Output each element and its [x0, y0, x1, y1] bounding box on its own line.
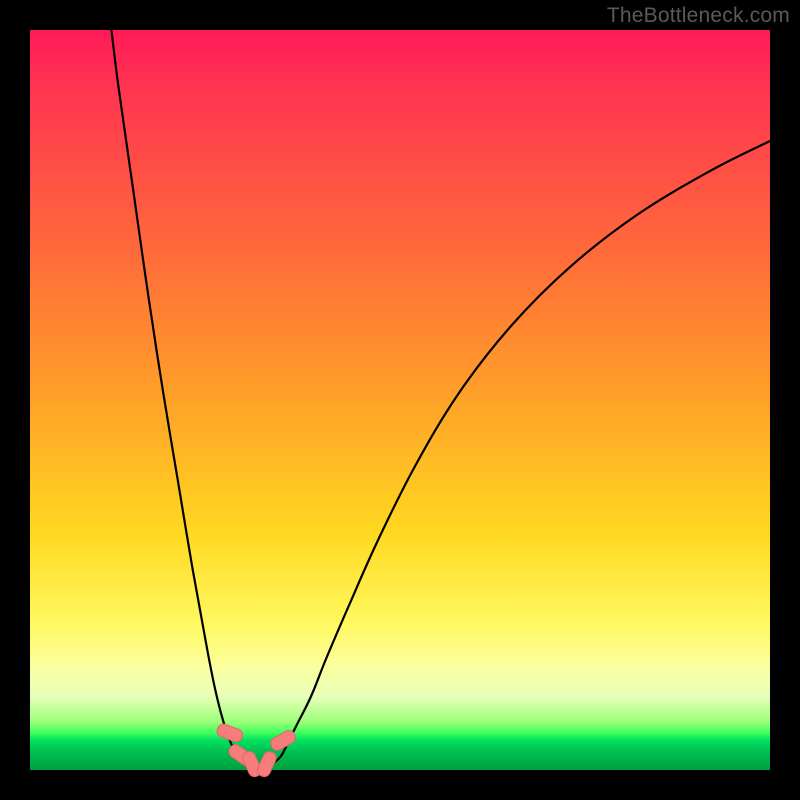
bottleneck-curve: [111, 30, 770, 769]
plot-area: [30, 30, 770, 770]
curve-right-branch: [274, 141, 770, 763]
chart-frame: TheBottleneck.com: [0, 0, 800, 800]
valley-marker: [269, 728, 298, 752]
watermark-text: TheBottleneck.com: [607, 4, 790, 28]
curve-left-branch: [111, 30, 244, 763]
chart-svg: [30, 30, 770, 770]
valley-marker: [215, 722, 244, 743]
